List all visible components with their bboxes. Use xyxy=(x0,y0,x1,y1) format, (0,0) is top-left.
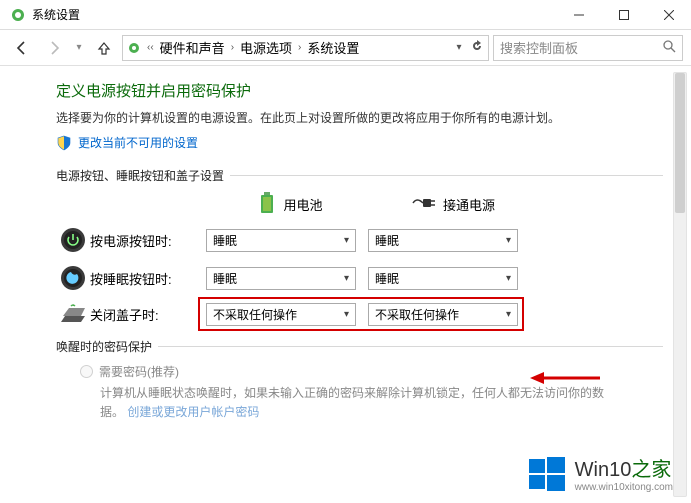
require-password-description: 计算机从睡眠状态唤醒时，如果未输入正确的密码来解除计算机锁定，任何人都无法访问你… xyxy=(100,384,620,422)
window-title: 系统设置 xyxy=(32,6,80,23)
history-dropdown[interactable]: ▾ xyxy=(72,42,86,53)
back-button[interactable] xyxy=(8,34,36,62)
forward-button[interactable] xyxy=(40,34,68,62)
chevron-down-icon: ▾ xyxy=(506,309,511,320)
shield-icon xyxy=(56,135,72,151)
sleep-button-ac-select[interactable]: 睡眠▾ xyxy=(368,267,518,290)
annotation-arrow xyxy=(530,368,600,388)
radio-input xyxy=(80,365,93,378)
lid-icon xyxy=(56,304,90,326)
chevron-down-icon: ▾ xyxy=(344,309,349,320)
breadcrumb-item[interactable]: 系统设置 xyxy=(305,38,361,57)
sleep-icon xyxy=(56,265,90,291)
close-lid-battery-select[interactable]: 不采取任何操作▾ xyxy=(206,303,356,326)
maximize-button[interactable] xyxy=(601,0,646,30)
battery-icon xyxy=(259,192,275,217)
search-input[interactable]: 搜索控制面板 xyxy=(493,35,683,61)
page-heading: 定义电源按钮并启用密码保护 xyxy=(56,80,691,101)
chevron-right-icon: ‹‹ xyxy=(143,42,158,53)
content-pane: 定义电源按钮并启用密码保护 选择要为你的计算机设置的电源设置。在此页上对设置所做… xyxy=(0,66,691,503)
chevron-down-icon: ▾ xyxy=(506,273,511,284)
section-header-2: 唤醒时的密码保护 xyxy=(56,338,691,355)
page-description: 选择要为你的计算机设置的电源设置。在此页上对设置所做的更改将应用于你所有的电源计… xyxy=(56,109,691,126)
search-icon xyxy=(663,40,676,56)
section-header: 电源按钮、睡眠按钮和盖子设置 xyxy=(56,167,691,184)
chevron-down-icon: ▾ xyxy=(506,235,511,246)
close-button[interactable] xyxy=(646,0,691,30)
breadcrumb-item[interactable]: 电源选项 xyxy=(238,38,294,57)
address-bar: ▾ ‹‹ 硬件和声音 › 电源选项 › 系统设置 ▾ 搜索控制面板 xyxy=(0,30,691,66)
scrollbar-thumb[interactable] xyxy=(675,73,685,213)
up-button[interactable] xyxy=(90,34,118,62)
power-button-battery-select[interactable]: 睡眠▾ xyxy=(206,229,356,252)
chevron-down-icon: ▾ xyxy=(344,273,349,284)
power-button-ac-select[interactable]: 睡眠▾ xyxy=(368,229,518,252)
app-icon xyxy=(10,7,26,23)
power-icon xyxy=(56,227,90,253)
change-unavailable-link[interactable]: 更改当前不可用的设置 xyxy=(78,134,198,151)
windows-logo-icon xyxy=(527,453,567,493)
sleep-button-battery-select[interactable]: 睡眠▾ xyxy=(206,267,356,290)
chevron-right-icon: › xyxy=(227,42,238,53)
row-close-lid: 关闭盖子时: 不采取任何操作▾ 不采取任何操作▾ xyxy=(56,303,691,326)
plug-icon xyxy=(411,195,435,214)
watermark: Win10之家 www.win10xitong.com xyxy=(527,453,673,493)
location-icon xyxy=(125,41,143,55)
breadcrumb-dropdown-icon[interactable]: ▾ xyxy=(450,42,468,53)
refresh-button[interactable] xyxy=(468,40,486,55)
close-lid-ac-select[interactable]: 不采取任何操作▾ xyxy=(368,303,518,326)
chevron-down-icon: ▾ xyxy=(344,235,349,246)
row-power-button: 按电源按钮时: 睡眠▾ 睡眠▾ xyxy=(56,227,691,253)
chevron-right-icon: › xyxy=(294,42,305,53)
minimize-button[interactable] xyxy=(556,0,601,30)
scrollbar[interactable] xyxy=(673,72,687,497)
watermark-url: www.win10xitong.com xyxy=(575,482,673,493)
titlebar: 系统设置 xyxy=(0,0,691,30)
breadcrumb[interactable]: ‹‹ 硬件和声音 › 电源选项 › 系统设置 ▾ xyxy=(122,35,489,61)
column-headers: 用电池 接通电源 xyxy=(216,192,691,217)
breadcrumb-item[interactable]: 硬件和声音 xyxy=(158,38,227,57)
create-change-password-link: 创建或更改用户帐户密码 xyxy=(127,405,259,419)
row-sleep-button: 按睡眠按钮时: 睡眠▾ 睡眠▾ xyxy=(56,265,691,291)
search-placeholder: 搜索控制面板 xyxy=(500,38,663,57)
